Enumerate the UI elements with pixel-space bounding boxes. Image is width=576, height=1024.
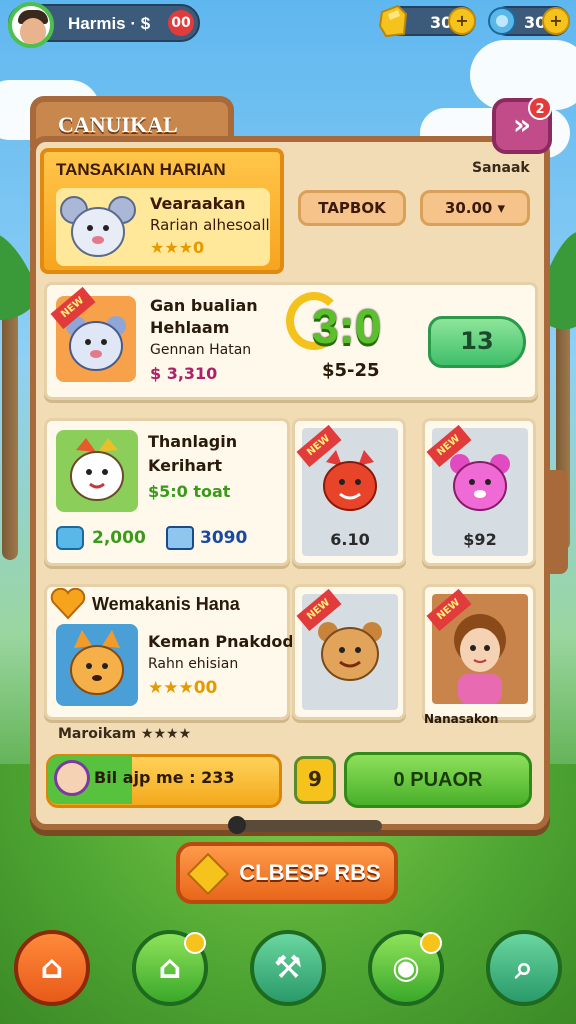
gold-bar-icon [378, 4, 408, 38]
close-button-badge: 2 [528, 96, 552, 120]
score-sub: $5-25 [322, 360, 380, 381]
nav-badge [420, 932, 442, 954]
nav-badge [184, 932, 206, 954]
item-line-2: Kerihart [148, 456, 223, 475]
mini-caption: Nanasakon [424, 712, 499, 726]
item-line-1: Keman Pnakdodk [148, 632, 305, 651]
item-line-3: Gennan Hatan [150, 342, 252, 358]
scrollbar-track[interactable] [236, 820, 382, 832]
item-stars: ★★★00 [148, 678, 218, 698]
featured-stars: ★★★0 [150, 238, 205, 257]
item-thumbnail [56, 430, 138, 512]
item-line-3: $5:0 toat [148, 482, 231, 501]
home-icon: ⌂ [158, 948, 182, 986]
price-filter-dropdown[interactable]: 30.00 ▾ [420, 190, 530, 226]
nav-tools[interactable]: ⚒ [250, 930, 326, 1006]
card-title: Wemakanis Hana [92, 594, 240, 614]
search-icon: ⌕ [515, 948, 533, 986]
stat-1: 2,000 [92, 528, 146, 548]
player-name: Harmis · $ [68, 14, 151, 33]
claim-arrow-button[interactable]: 13 [428, 316, 526, 368]
pink-bear-icon [450, 454, 510, 511]
item-price: $ 3,310 [150, 364, 218, 383]
price-filter-label: 30.00 ▾ [444, 199, 506, 217]
avatar-face [20, 18, 46, 44]
featured-title: TANSAKIAN HARIAN [56, 160, 226, 179]
big-score: 3:0 [312, 301, 382, 354]
rating-label: Maroikam ★★★★ [58, 726, 192, 742]
heart-icon [50, 588, 86, 620]
box-stat-icon [166, 526, 194, 550]
item-thumbnail [56, 624, 138, 706]
top-bar: Harmis · $ 00 30 + 30 + [0, 0, 576, 50]
player-profile[interactable]: Harmis · $ 00 [8, 2, 200, 48]
mini-price: 6.10 [330, 530, 370, 549]
coin-button[interactable]: 9 [294, 756, 336, 804]
sort-label: Sanaak [472, 160, 530, 176]
stat-2: 3090 [200, 528, 248, 548]
notification-badge[interactable]: 00 [168, 10, 194, 36]
add-gems-button[interactable]: + [542, 7, 570, 35]
nav-search[interactable]: ⌕ [486, 930, 562, 1006]
gem-stat-icon [56, 526, 84, 550]
nav-home-orange[interactable]: ⌂ [14, 930, 90, 1006]
red-cat-icon [323, 450, 377, 511]
scrollbar-thumb[interactable] [228, 816, 246, 834]
purchase-button[interactable]: 0 PUAOR [344, 752, 532, 808]
cat-character-icon [70, 438, 124, 501]
gold-currency: 30 + [378, 4, 476, 38]
brown-bear-icon [318, 622, 382, 681]
palm-trunk [2, 300, 18, 560]
collect-rewards-button[interactable]: CLBESP RBS [176, 842, 398, 904]
house-icon: ⌂ [40, 948, 64, 986]
featured-item-sub: Rarian alhesoall [150, 216, 270, 234]
item-line-2: Hehlaam [150, 318, 230, 337]
side-handle[interactable] [548, 470, 568, 574]
player-avatar[interactable] [8, 2, 54, 48]
item-line-2: Rahn ehisian [148, 656, 239, 672]
item-line-1: Gan bualian [150, 296, 258, 315]
board-title: CANUIKAL [58, 112, 178, 137]
collect-gem-icon [187, 852, 230, 896]
wrench-icon: ⚒ [273, 948, 303, 986]
fox-character-icon [70, 630, 124, 695]
invite-avatar [54, 760, 90, 796]
mini-price: $92 [463, 530, 497, 549]
pig-icon: ◉ [392, 948, 420, 986]
tab-button[interactable]: TAPBOK [298, 190, 406, 226]
gem-currency: 30 + [488, 6, 570, 36]
girl-character-icon [454, 614, 506, 704]
mouse-character-icon [60, 196, 136, 257]
gem-icon [488, 7, 516, 35]
item-line-1: Thanlagin [148, 432, 238, 451]
featured-item-name: Vearaakan [150, 194, 246, 213]
collect-label: CLBESP RBS [239, 860, 381, 885]
invite-label: Bil ajp me : 233 [94, 768, 235, 787]
add-gold-button[interactable]: + [448, 7, 476, 35]
